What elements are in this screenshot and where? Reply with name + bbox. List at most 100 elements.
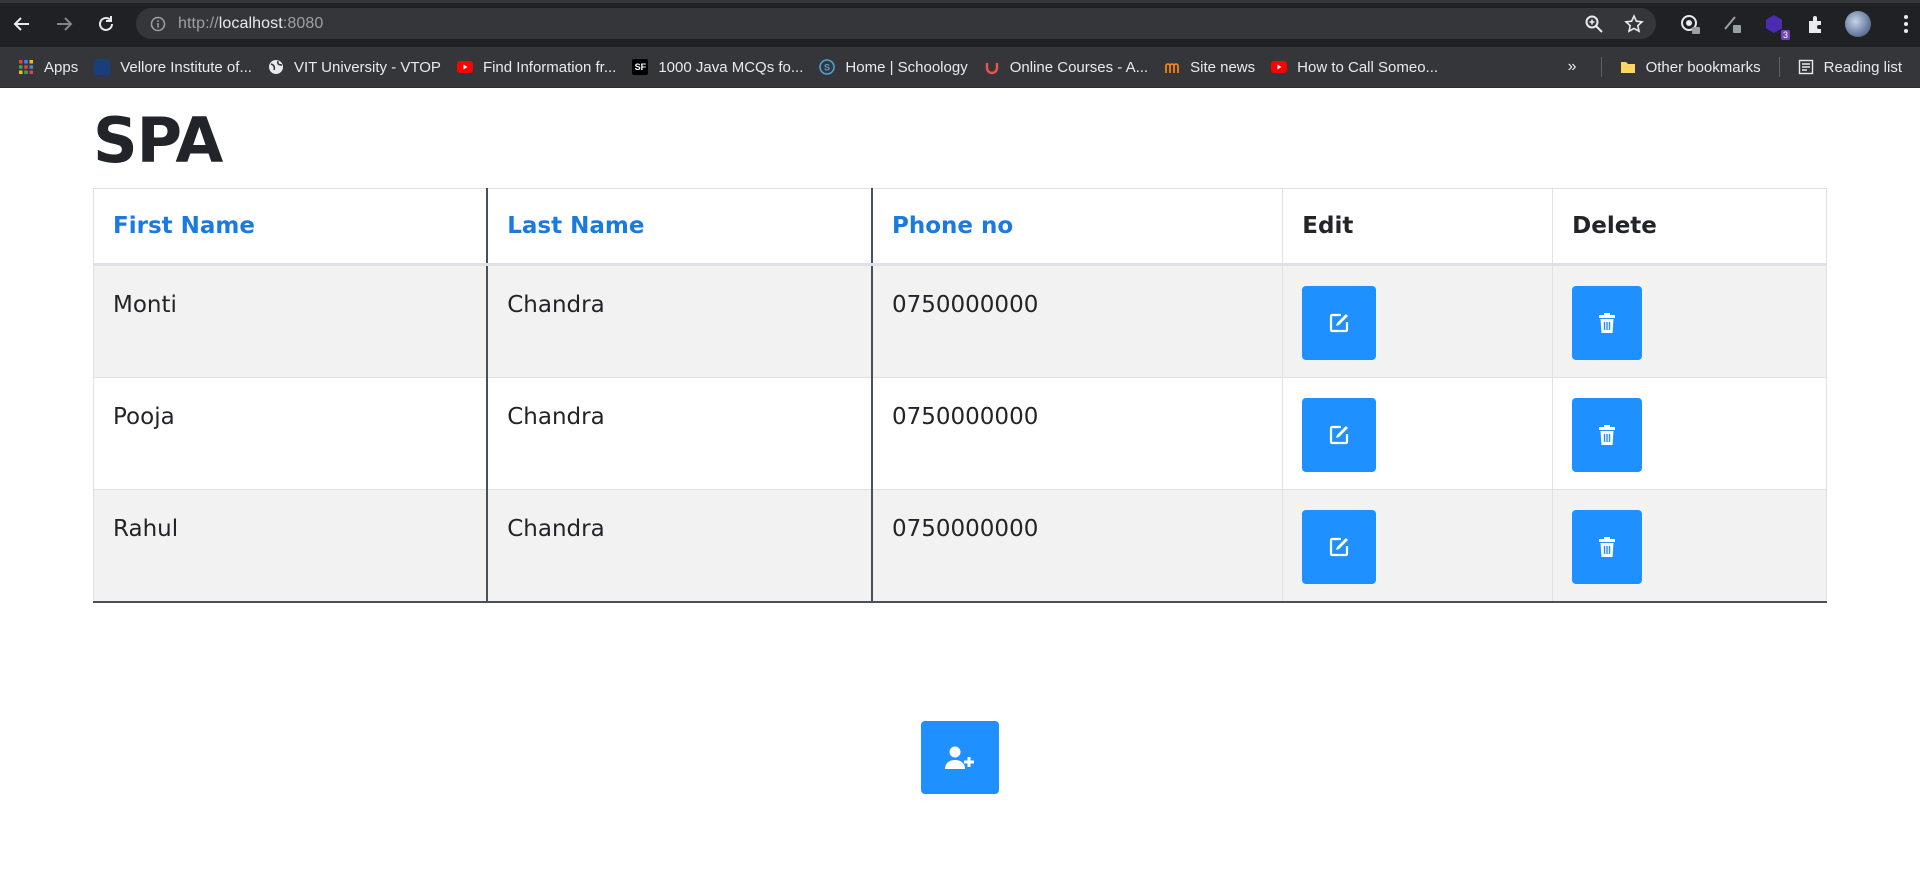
extension-badge: 3	[1780, 30, 1790, 40]
bookmark-label: How to Call Someo...	[1297, 58, 1439, 76]
youtube-icon	[1271, 61, 1288, 73]
vit-logo-icon	[94, 59, 111, 75]
bookmark-label: Site news	[1190, 58, 1256, 76]
youtube-icon	[456, 61, 473, 73]
edit-icon	[1330, 425, 1349, 445]
bookmark-find-information[interactable]: Find Information fr...	[449, 51, 624, 83]
other-bookmarks-label: Other bookmarks	[1645, 58, 1761, 76]
column-header-edit: Edit	[1282, 188, 1554, 266]
bookmark-label: Home | Schoology	[845, 58, 968, 76]
trash-icon	[1599, 425, 1616, 445]
url-text: http://localhost:8080	[178, 15, 323, 33]
edit-button[interactable]	[1302, 510, 1377, 584]
delete-cell	[1552, 377, 1827, 490]
zoom-icon[interactable]	[1584, 14, 1604, 34]
bookmark-label: Online Courses - A...	[1009, 58, 1149, 76]
phone-cell: 0750000000	[871, 489, 1284, 603]
bookmark-label: VIT University - VTOP	[293, 58, 441, 76]
add-user-icon	[945, 746, 974, 769]
first-name: Pooja	[113, 404, 175, 430]
first-name: Rahul	[113, 516, 179, 542]
table-row: Pooja Chandra 0750000000	[93, 377, 1827, 490]
page-content: SPA First Name Last Name Phone no Edit D…	[0, 88, 1920, 884]
kebab-menu-icon	[1904, 15, 1908, 33]
bookmark-schoology[interactable]: S Home | Schoology	[811, 51, 975, 83]
first-name-cell: Rahul	[93, 489, 488, 603]
divider	[1778, 57, 1780, 77]
sanfoundry-icon: SF	[632, 59, 649, 75]
delete-cell	[1552, 264, 1827, 378]
extensions-button[interactable]	[1802, 10, 1830, 38]
reading-list-label: Reading list	[1823, 58, 1902, 76]
delete-cell	[1552, 489, 1827, 603]
phone-number: 0750000000	[892, 292, 1039, 318]
bookmark-label: Find Information fr...	[482, 58, 617, 76]
svg-text:S: S	[824, 63, 830, 73]
menu-button[interactable]	[1892, 10, 1920, 38]
bookmark-java-mcqs[interactable]: SF 1000 Java MCQs fo...	[624, 51, 811, 83]
bookmark-how-to-call[interactable]: How to Call Someo...	[1263, 51, 1446, 83]
last-name-cell: Chandra	[486, 377, 873, 490]
edit-cell	[1282, 264, 1554, 378]
reload-button[interactable]	[86, 4, 126, 44]
bookmark-apps[interactable]: Apps	[10, 51, 86, 83]
edit-button[interactable]	[1302, 398, 1377, 472]
delete-button[interactable]	[1572, 286, 1643, 360]
bookmark-site-news[interactable]: Site news	[1156, 51, 1263, 83]
address-bar[interactable]: http://localhost:8080	[136, 8, 1656, 39]
info-icon[interactable]	[150, 16, 166, 32]
bookmark-label: Vellore Institute of...	[120, 58, 252, 76]
bookmark-online-courses[interactable]: Online Courses - A...	[976, 51, 1156, 83]
column-header-last-name[interactable]: Last Name	[486, 188, 873, 266]
url-scheme: http://	[178, 14, 219, 32]
extension-pen-icon	[1724, 16, 1741, 33]
profile-button[interactable]	[1844, 10, 1872, 38]
edit-icon	[1330, 313, 1349, 333]
first-name-cell: Monti	[93, 264, 488, 378]
delete-button[interactable]	[1572, 398, 1643, 472]
column-header-delete: Delete	[1552, 188, 1827, 266]
forward-arrow-icon	[57, 16, 73, 31]
bookmark-label: 1000 Java MCQs fo...	[658, 58, 804, 76]
globe-icon	[268, 60, 283, 74]
extension-3[interactable]: 3	[1760, 10, 1790, 40]
bookmark-vtop[interactable]: VIT University - VTOP	[260, 51, 449, 83]
reading-list-button[interactable]: Reading list	[1790, 51, 1910, 83]
bookmark-label: Apps	[44, 58, 79, 76]
trash-icon	[1599, 537, 1616, 557]
bookmarks-right: » Other bookmarks Reading list	[1568, 51, 1910, 83]
column-header-first-name[interactable]: First Name	[93, 188, 488, 266]
forward-button[interactable]	[44, 4, 84, 44]
divider	[1600, 57, 1602, 77]
back-button[interactable]	[2, 4, 42, 44]
url-port: :8080	[282, 14, 324, 32]
column-header-phone[interactable]: Phone no	[871, 188, 1284, 266]
back-arrow-icon	[13, 16, 29, 31]
delete-button[interactable]	[1572, 510, 1643, 584]
first-name-cell: Pooja	[93, 377, 488, 490]
reload-icon	[99, 15, 113, 31]
puzzle-icon	[1809, 16, 1821, 33]
bookmarks-overflow-button[interactable]: »	[1568, 58, 1577, 76]
other-bookmarks-button[interactable]: Other bookmarks	[1612, 51, 1769, 83]
extension-2[interactable]	[1718, 10, 1746, 38]
extension-1[interactable]	[1676, 10, 1704, 38]
trash-icon	[1599, 313, 1616, 333]
edit-cell	[1282, 377, 1554, 490]
add-user-button[interactable]	[921, 721, 999, 794]
bookmark-vellore[interactable]: Vellore Institute of...	[86, 51, 260, 83]
edit-cell	[1282, 489, 1554, 603]
table-row: Rahul Chandra 0750000000	[93, 489, 1827, 603]
phone-number: 0750000000	[892, 404, 1039, 430]
last-name-cell: Chandra	[486, 489, 873, 603]
moodle-icon	[1165, 63, 1180, 73]
contacts-table: First Name Last Name Phone no Edit Delet…	[93, 188, 1827, 603]
page-title: SPA	[93, 104, 223, 177]
last-name: Chandra	[507, 404, 605, 430]
first-name: Monti	[113, 292, 177, 318]
edit-button[interactable]	[1302, 286, 1377, 360]
schoology-icon: S	[819, 59, 836, 75]
extensions-area: 3	[1676, 10, 1920, 40]
bookmark-star-icon[interactable]	[1624, 13, 1644, 34]
phone-number: 0750000000	[892, 516, 1039, 542]
